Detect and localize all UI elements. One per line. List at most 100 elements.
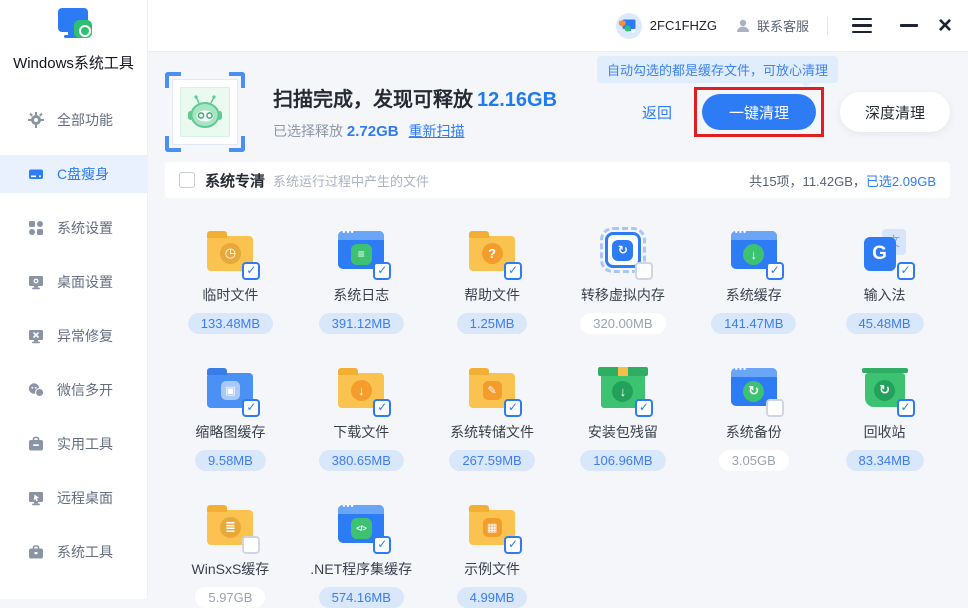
item-size-badge: 45.48MB bbox=[846, 313, 924, 334]
toolbox-icon bbox=[28, 436, 44, 452]
sidebar-item-实用工具[interactable]: 实用工具 bbox=[0, 425, 147, 463]
sidebar-item-远程桌面[interactable]: 远程桌面 bbox=[0, 479, 147, 517]
item-size-badge: 391.12MB bbox=[319, 313, 404, 334]
item-checkbox[interactable]: ✓ bbox=[373, 262, 391, 280]
item-size-badge: 83.34MB bbox=[846, 450, 924, 471]
grid-icon bbox=[28, 220, 44, 236]
sidebar-item-label: 桌面设置 bbox=[57, 272, 113, 292]
sidebar-item-异常修复[interactable]: 异常修复 bbox=[0, 317, 147, 355]
cleanup-item-转移虚拟内存[interactable]: ↻ ✓ 转移虚拟内存 320.00MB bbox=[557, 222, 688, 334]
item-name: 帮助文件 bbox=[464, 285, 520, 305]
item-name: 系统备份 bbox=[726, 422, 782, 442]
one-click-clean-button[interactable]: 一键清理 bbox=[702, 94, 816, 130]
item-name: 安装包残留 bbox=[588, 422, 658, 442]
sidebar-item-系统工具[interactable]: 系统工具 bbox=[0, 533, 147, 571]
sidebar-item-微信多开[interactable]: 微信多开 bbox=[0, 371, 147, 409]
item-size-badge: 141.47MB bbox=[711, 313, 796, 334]
header-actions: 返回 一键清理 深度清理 bbox=[642, 87, 950, 137]
sidebar-item-label: 实用工具 bbox=[57, 434, 113, 454]
cleanup-item-示例文件[interactable]: ▦ ✓ 示例文件 4.99MB bbox=[427, 496, 558, 608]
cleanup-item-系统备份[interactable]: ↻ ✓ 系统备份 3.05GB bbox=[688, 359, 819, 471]
item-name: 回收站 bbox=[864, 422, 906, 442]
cleanup-item-帮助文件[interactable]: ? ✓ 帮助文件 1.25MB bbox=[427, 222, 558, 334]
cleanup-item-下载文件[interactable]: ↓ ✓ 下载文件 380.65MB bbox=[296, 359, 427, 471]
person-icon bbox=[735, 18, 751, 34]
menu-button[interactable] bbox=[848, 14, 876, 38]
sidebar-item-全部功能[interactable]: 全部功能 bbox=[0, 101, 147, 139]
item-checkbox[interactable]: ✓ bbox=[242, 399, 260, 417]
auto-select-tooltip: 自动勾选的都是缓存文件，可放心清理 bbox=[597, 56, 838, 83]
cleanup-item-回收站[interactable]: ↻ ✓ 回收站 83.34MB bbox=[819, 359, 950, 471]
item-name: 缩略图缓存 bbox=[195, 422, 265, 442]
cleanup-item-系统日志[interactable]: ≡ ✓ 系统日志 391.12MB bbox=[296, 222, 427, 334]
item-name: 输入法 bbox=[864, 285, 906, 305]
cleanup-item-.NET程序集缓存[interactable]: </> ✓ .NET程序集缓存 574.16MB bbox=[296, 496, 427, 608]
item-checkbox[interactable]: ✓ bbox=[504, 399, 522, 417]
selected-summary: 已选2.09GB bbox=[866, 174, 936, 189]
sidebar-item-系统设置[interactable]: 系统设置 bbox=[0, 209, 147, 247]
item-name: 下载文件 bbox=[333, 422, 389, 442]
sidebar: Windows系统工具 全部功能 C盘瘦身 系统设置 桌面设置 异常修复 微信多… bbox=[0, 0, 148, 599]
section-title: 系统专清 bbox=[205, 170, 265, 191]
license-code: 2FC1FHZG bbox=[650, 18, 717, 33]
sidebar-item-label: 系统设置 bbox=[57, 218, 113, 238]
cleanup-item-安装包残留[interactable]: ↓ ✓ 安装包残留 106.96MB bbox=[557, 359, 688, 471]
item-checkbox[interactable]: ✓ bbox=[373, 536, 391, 554]
item-size-badge: 1.25MB bbox=[457, 313, 528, 334]
contact-support-button[interactable]: 联系客服 bbox=[735, 16, 809, 35]
support-label: 联系客服 bbox=[757, 16, 809, 35]
section-description: 系统运行过程中产生的文件 bbox=[273, 171, 429, 190]
sidebar-item-label: 系统工具 bbox=[57, 542, 113, 562]
back-link[interactable]: 返回 bbox=[642, 102, 672, 123]
remote-desktop-icon bbox=[28, 490, 44, 506]
highlight-box: 一键清理 bbox=[694, 87, 824, 137]
sidebar-item-C盘瘦身[interactable]: C盘瘦身 bbox=[0, 155, 147, 193]
deep-clean-button[interactable]: 深度清理 bbox=[840, 92, 950, 132]
cleanup-item-临时文件[interactable]: ◷ ✓ 临时文件 133.48MB bbox=[165, 222, 296, 334]
close-button[interactable]: × bbox=[938, 14, 952, 38]
item-size-badge: 9.58MB bbox=[195, 450, 266, 471]
scan-summary: 扫描完成，发现可释放12.16GB 已选择释放 2.72GB 重新扫描 bbox=[273, 83, 557, 141]
cleanup-item-WinSxS缓存[interactable]: ≣ ✓ WinSxS缓存 5.97GB bbox=[165, 496, 296, 608]
titlebar: 2FC1FHZG 联系客服 × bbox=[148, 0, 968, 52]
item-checkbox[interactable]: ✓ bbox=[766, 262, 784, 280]
rescan-link[interactable]: 重新扫描 bbox=[408, 123, 464, 139]
section-summary: 共15项，11.42GB，已选2.09GB bbox=[749, 171, 936, 190]
cleanup-item-系统缓存[interactable]: ↓ ✓ 系统缓存 141.47MB bbox=[688, 222, 819, 334]
item-checkbox[interactable]: ✓ bbox=[373, 399, 391, 417]
sidebar-item-label: 远程桌面 bbox=[57, 488, 113, 508]
item-checkbox[interactable]: ✓ bbox=[242, 262, 260, 280]
sidebar-item-label: 异常修复 bbox=[57, 326, 113, 346]
main-content: 扫描完成，发现可释放12.16GB 已选择释放 2.72GB 重新扫描 返回 一… bbox=[148, 52, 968, 599]
item-checkbox[interactable]: ✓ bbox=[635, 262, 653, 280]
item-name: 系统日志 bbox=[333, 285, 389, 305]
titlebar-divider bbox=[827, 17, 828, 35]
item-size-badge: 574.16MB bbox=[319, 587, 404, 608]
item-checkbox[interactable]: ✓ bbox=[897, 399, 915, 417]
robot-scan-icon bbox=[165, 72, 245, 152]
cleanup-item-输入法[interactable]: G ✓ 输入法 45.48MB bbox=[819, 222, 950, 334]
item-size-badge: 5.97GB bbox=[195, 587, 265, 608]
robot-icon bbox=[186, 93, 224, 131]
item-checkbox[interactable]: ✓ bbox=[635, 399, 653, 417]
item-checkbox[interactable]: ✓ bbox=[766, 399, 784, 417]
releasable-size: 12.16GB bbox=[477, 89, 557, 111]
sidebar-item-label: 微信多开 bbox=[57, 380, 113, 400]
item-checkbox[interactable]: ✓ bbox=[242, 536, 260, 554]
cleanup-item-系统转储文件[interactable]: ✎ ✓ 系统转储文件 267.59MB bbox=[427, 359, 558, 471]
selected-release-size: 2.72GB bbox=[347, 123, 399, 140]
cleanup-item-缩略图缓存[interactable]: ▣ ✓ 缩略图缓存 9.58MB bbox=[165, 359, 296, 471]
cleanup-items-grid: ◷ ✓ 临时文件 133.48MB ≡ ✓ 系统日志 391.12MB ? ✓ … bbox=[165, 222, 950, 608]
item-checkbox[interactable]: ✓ bbox=[897, 262, 915, 280]
briefcase-icon bbox=[28, 544, 44, 560]
gear-icon bbox=[28, 112, 44, 128]
license-badge: 2FC1FHZG bbox=[616, 13, 717, 39]
section-checkbox[interactable] bbox=[179, 172, 195, 188]
item-checkbox[interactable]: ✓ bbox=[504, 536, 522, 554]
scan-subtitle: 已选择释放 2.72GB 重新扫描 bbox=[273, 121, 557, 141]
item-size-badge: 4.99MB bbox=[457, 587, 528, 608]
item-name: 示例文件 bbox=[464, 559, 520, 579]
minimize-button[interactable] bbox=[900, 24, 920, 27]
item-checkbox[interactable]: ✓ bbox=[504, 262, 522, 280]
sidebar-item-桌面设置[interactable]: 桌面设置 bbox=[0, 263, 147, 301]
